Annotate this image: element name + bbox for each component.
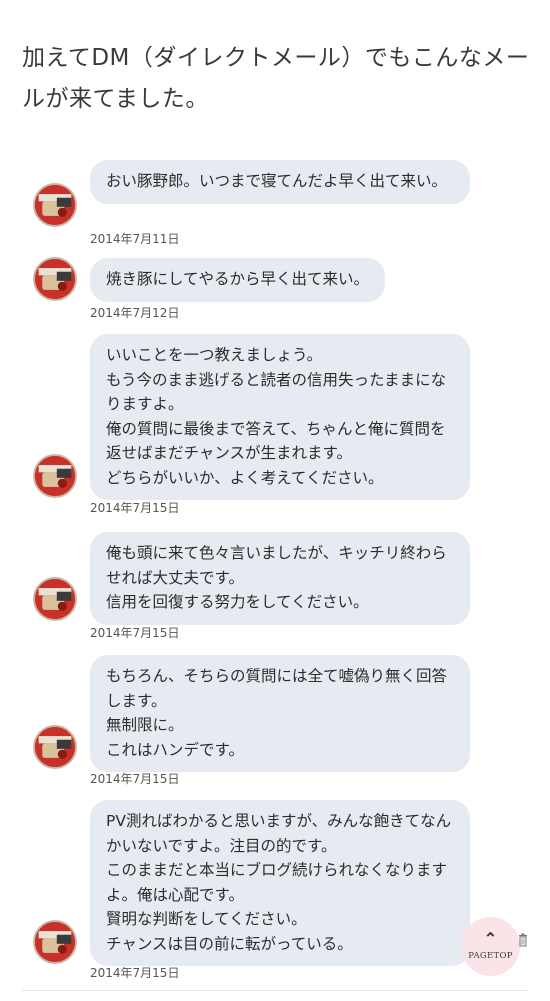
message-date: 2014年7月15日 [90, 966, 180, 980]
message-bubble: PV測ればわかると思いますが、みんな飽きてなんかいないですよ。注目の的です。 こ… [90, 800, 470, 966]
avatar-image [35, 727, 75, 767]
avatar-image [35, 922, 75, 962]
message-bubble: 俺も頭に来て色々言いましたが、キッチリ終わらせれば大丈夫です。 信用を回復する努… [90, 532, 470, 625]
avatar-image [35, 579, 75, 619]
message-date: 2014年7月15日 [90, 626, 180, 640]
avatar-image [35, 456, 75, 496]
message-date: 2014年7月12日 [90, 306, 180, 320]
intro-paragraph: 加えてDM（ダイレクトメール）でもこんなメールが来てました。 [22, 45, 530, 112]
message-bubble: 焼き豚にしてやるから早く出て来い。 [90, 258, 386, 302]
avatar[interactable] [33, 257, 77, 301]
message-bubble: いいことを一つ教えましょう。 もう今のまま逃げると読者の信用失ったままになります… [90, 334, 470, 500]
message-date: 2014年7月15日 [90, 501, 180, 515]
message-bubble: おい豚野郎。いつまで寝てんだよ早く出て来い。 [90, 160, 470, 204]
avatar[interactable] [33, 183, 77, 227]
chevron-up-icon: ⌃ [483, 928, 498, 948]
avatar[interactable] [33, 725, 77, 769]
avatar-image [35, 259, 75, 299]
message-bubble: もちろん、そちらの質問には全て嘘偽り無く回答します。 無制限に。 これはハンデで… [90, 655, 470, 772]
avatar[interactable] [33, 454, 77, 498]
divider [22, 990, 528, 991]
avatar[interactable] [33, 577, 77, 621]
trash-icon[interactable] [518, 933, 528, 947]
avatar-image [35, 185, 75, 225]
message-date: 2014年7月15日 [90, 772, 180, 786]
message-date: 2014年7月11日 [90, 232, 180, 246]
avatar[interactable] [33, 920, 77, 964]
pagetop-button[interactable]: ⌃ PAGETOP [461, 917, 520, 976]
pagetop-label: PAGETOP [468, 950, 513, 961]
